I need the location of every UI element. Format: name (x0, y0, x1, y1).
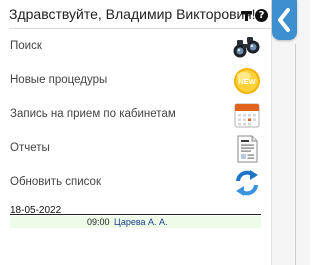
help-icon[interactable]: ? (255, 9, 268, 22)
menu-item-search[interactable]: Поиск (0, 30, 271, 64)
menu-item-new-procedures[interactable]: Новые процедуры NEW (0, 64, 271, 98)
divider (295, 44, 296, 265)
chevron-left-icon (278, 8, 290, 32)
refresh-icon (236, 170, 258, 196)
menu-item-reports[interactable]: Отчеты (0, 132, 271, 166)
appointment-row[interactable]: 09:00 Царева А. А. (10, 216, 261, 228)
header-divider (9, 28, 271, 29)
menu-item-label: Запись на прием по кабинетам (10, 108, 176, 120)
new-badge-text: NEW (238, 77, 256, 86)
appointment-time: 09:00 (87, 217, 110, 227)
side-panel: Здравствуйте, Владимир Викторович! ? Пои… (0, 0, 271, 265)
date-underline (10, 214, 261, 215)
tools-icon[interactable] (240, 9, 253, 22)
menu-item-label: Новые процедуры (10, 74, 108, 86)
menu-item-label: Поиск (10, 40, 42, 52)
appointment-patient-link[interactable]: Царева А. А. (114, 216, 168, 228)
menu-item-label: Отчеты (10, 142, 50, 154)
greeting-text: Здравствуйте, Владимир Викторович! (9, 6, 256, 22)
collapse-panel-button[interactable] (272, 0, 297, 40)
menu-item-cabinet-appointments[interactable]: Запись на прием по кабинетам (0, 98, 271, 132)
menu-item-refresh-list[interactable]: Обновить список (0, 166, 271, 200)
new-badge-icon: NEW (234, 68, 260, 94)
report-document-icon (237, 135, 258, 163)
binoculars-icon (233, 37, 260, 58)
calendar-icon (234, 103, 260, 128)
menu-item-label: Обновить список (10, 176, 101, 188)
